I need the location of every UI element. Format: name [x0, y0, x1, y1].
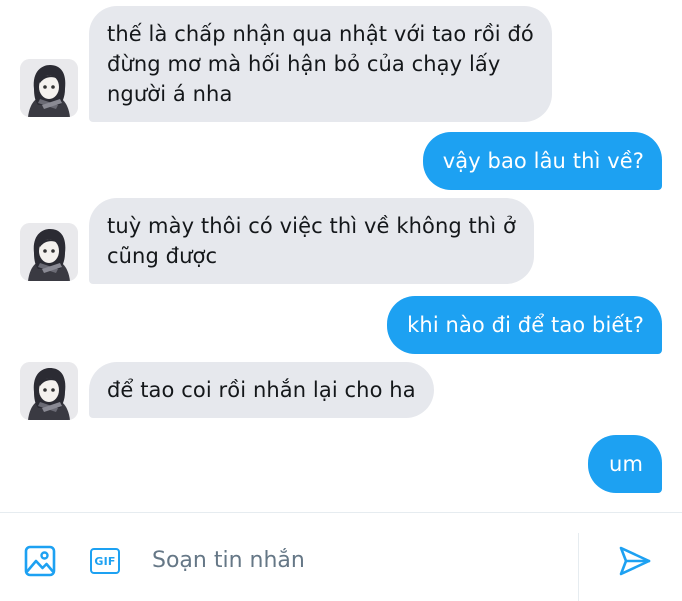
message-bubble-incoming[interactable]: thế là chấp nhận qua nhật với tao rồi đó… [89, 6, 552, 122]
message-composer: GIF [0, 512, 682, 601]
message-bubble-outgoing[interactable]: um [588, 435, 662, 493]
message-line: cũng được [107, 244, 218, 268]
message-line: đừng mơ mà hối hận bỏ của chạy lấy [107, 52, 501, 76]
message-bubble-outgoing[interactable]: khi nào đi để tao biết? [387, 296, 662, 354]
image-icon [24, 545, 56, 577]
message-line: khi nào đi để tao biết? [407, 313, 644, 337]
message-bubble-incoming[interactable]: để tao coi rồi nhắn lại cho ha [89, 362, 434, 418]
avatar[interactable] [20, 362, 78, 420]
avatar[interactable] [20, 223, 78, 281]
message-input[interactable] [152, 543, 552, 577]
avatar[interactable] [20, 59, 78, 117]
message-line: để tao coi rồi nhắn lại cho ha [107, 378, 416, 402]
send-icon [619, 546, 651, 576]
message-bubble-outgoing[interactable]: vậy bao lâu thì về? [422, 132, 662, 190]
add-gif-button[interactable]: GIF [89, 546, 121, 576]
gif-icon: GIF [90, 548, 120, 574]
add-media-button[interactable] [22, 543, 58, 579]
divider [578, 533, 579, 601]
gif-label: GIF [94, 554, 116, 568]
message-bubble-incoming[interactable]: tuỳ mày thôi có việc thì về không thì ở … [89, 198, 534, 284]
send-button[interactable] [614, 541, 656, 581]
message-line: tuỳ mày thôi có việc thì về không thì ở [107, 214, 516, 238]
message-line: thế là chấp nhận qua nhật với tao rồi đó [107, 22, 534, 46]
conversation-thread: thế là chấp nhận qua nhật với tao rồi đó… [0, 0, 682, 512]
message-line: người á nha [107, 82, 233, 106]
message-line: um [609, 452, 643, 476]
message-line: vậy bao lâu thì về? [442, 149, 644, 173]
